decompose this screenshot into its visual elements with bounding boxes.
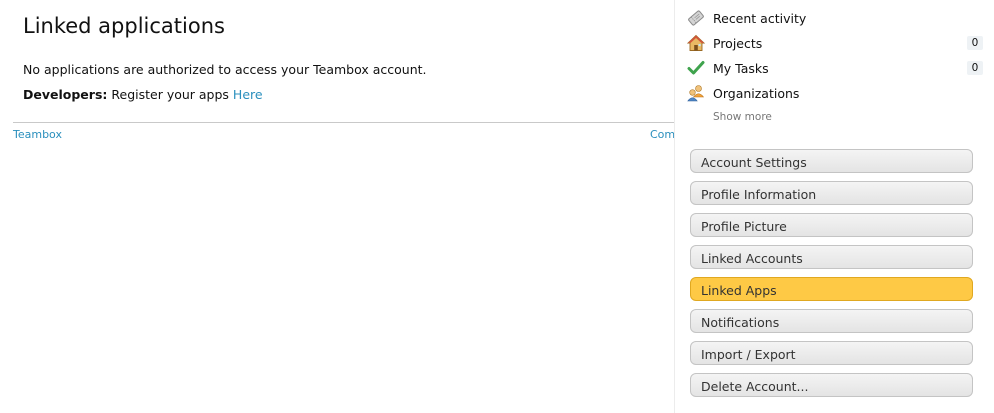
nav-label: Recent activity [713, 11, 807, 26]
developers-label: Developers: [23, 87, 108, 102]
linked-accounts-button[interactable]: Linked Accounts [690, 245, 973, 269]
show-more-link[interactable]: Show more [713, 111, 772, 123]
page-title: Linked applications [23, 14, 225, 38]
nav-organizations[interactable]: Organizations [687, 83, 981, 103]
developers-line: Developers: Register your apps Here [23, 87, 263, 102]
nav-label: Projects [713, 36, 763, 51]
button-label: Profile Picture [701, 219, 787, 234]
page: Linked applications No applications are … [0, 0, 994, 413]
delete-account-button[interactable]: Delete Account... [690, 373, 973, 397]
checkmark-icon [687, 61, 705, 75]
button-label: Profile Information [701, 187, 817, 202]
tasks-count-badge: 0 [967, 61, 983, 75]
house-icon [687, 34, 705, 51]
button-label: Notifications [701, 315, 780, 330]
developers-text: Register your apps [111, 87, 229, 102]
projects-count-badge: 0 [967, 36, 983, 50]
button-label: Linked Accounts [701, 251, 803, 266]
account-settings-button[interactable]: Account Settings [690, 149, 973, 173]
button-label: Import / Export [701, 347, 796, 362]
footer-right-link[interactable]: Com [650, 128, 674, 141]
no-apps-message: No applications are authorized to access… [23, 62, 427, 77]
linked-apps-button[interactable]: Linked Apps [690, 277, 973, 301]
button-label: Delete Account... [701, 379, 809, 394]
register-apps-link[interactable]: Here [233, 87, 263, 102]
sidebar: Recent activity Projects 0 My Tasks 0 Or… [674, 0, 994, 413]
footer-teambox-link[interactable]: Teambox [13, 128, 62, 141]
button-label: Account Settings [701, 155, 807, 170]
main-content: Linked applications No applications are … [0, 0, 674, 413]
notifications-button[interactable]: Notifications [690, 309, 973, 333]
ticket-icon [688, 10, 704, 26]
nav-my-tasks[interactable]: My Tasks 0 [687, 58, 983, 78]
profile-information-button[interactable]: Profile Information [690, 181, 973, 205]
people-icon [687, 85, 705, 102]
button-label: Linked Apps [701, 283, 777, 298]
footer-divider [13, 122, 674, 123]
nav-projects[interactable]: Projects 0 [687, 33, 983, 53]
nav-recent-activity[interactable]: Recent activity [687, 8, 981, 28]
nav-label: My Tasks [713, 61, 769, 76]
profile-picture-button[interactable]: Profile Picture [690, 213, 973, 237]
import-export-button[interactable]: Import / Export [690, 341, 973, 365]
nav-label: Organizations [713, 86, 800, 101]
